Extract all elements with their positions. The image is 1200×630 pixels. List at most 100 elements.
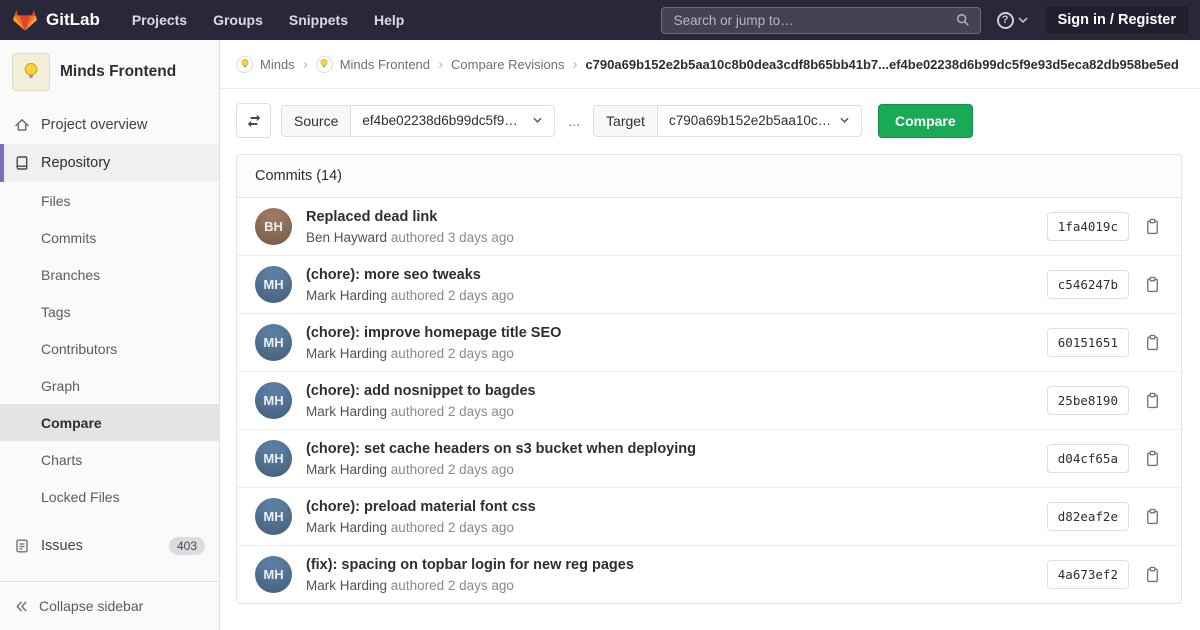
clipboard-icon bbox=[1144, 566, 1161, 583]
commit-authored-time: authored 2 days ago bbox=[391, 404, 514, 419]
commit-authored-time: authored 3 days ago bbox=[391, 230, 514, 245]
commit-author[interactable]: Mark Harding bbox=[306, 578, 387, 593]
commit-title[interactable]: (fix): spacing on topbar login for new r… bbox=[306, 557, 634, 573]
target-label: Target bbox=[593, 105, 657, 137]
issues-count-badge: 403 bbox=[169, 537, 205, 555]
commit-row: MH (chore): add nosnippet to bagdes Mark… bbox=[237, 371, 1181, 429]
clipboard-icon bbox=[1144, 218, 1161, 235]
search-input[interactable] bbox=[672, 12, 956, 29]
commit-author[interactable]: Mark Harding bbox=[306, 404, 387, 419]
sidebar-subitem-contributors[interactable]: Contributors bbox=[0, 330, 219, 367]
top-navbar: GitLab Projects Groups Snippets Help ? S… bbox=[0, 0, 1200, 40]
sidebar-subitem-locked-files[interactable]: Locked Files bbox=[0, 478, 219, 515]
commit-meta: Mark Harding authored 2 days ago bbox=[306, 404, 536, 419]
commit-title[interactable]: Replaced dead link bbox=[306, 209, 514, 225]
commit-sha[interactable]: 1fa4019c bbox=[1047, 212, 1129, 241]
commit-row: MH (chore): set cache headers on s3 buck… bbox=[237, 429, 1181, 487]
nav-item-projects[interactable]: Projects bbox=[132, 12, 187, 28]
sidebar-subitem-branches[interactable]: Branches bbox=[0, 256, 219, 293]
repo-subitems: Files Commits Branches Tags Contributors… bbox=[0, 182, 219, 515]
lightbulb-icon bbox=[239, 58, 251, 70]
search-box[interactable] bbox=[661, 7, 981, 34]
sign-in-register-button[interactable]: Sign in / Register bbox=[1044, 5, 1190, 35]
commit-author-avatar[interactable]: MH bbox=[255, 498, 292, 535]
commit-author[interactable]: Ben Hayward bbox=[306, 230, 387, 245]
revision-separator: ... bbox=[565, 113, 583, 129]
commit-authored-time: authored 2 days ago bbox=[391, 288, 514, 303]
project-header[interactable]: Minds Frontend bbox=[0, 40, 219, 106]
header-nav: Projects Groups Snippets Help bbox=[132, 12, 405, 28]
commit-sha[interactable]: 25be8190 bbox=[1047, 386, 1129, 415]
project-avatar bbox=[12, 53, 50, 91]
commit-right: 1fa4019c bbox=[1047, 212, 1163, 241]
sidebar-item-repository[interactable]: Repository bbox=[0, 144, 219, 182]
commit-author-avatar[interactable]: MH bbox=[255, 382, 292, 419]
commit-author-avatar[interactable]: MH bbox=[255, 324, 292, 361]
sidebar-item-label: Repository bbox=[41, 155, 110, 171]
commit-row: MH (chore): more seo tweaks Mark Harding… bbox=[237, 255, 1181, 313]
commit-author[interactable]: Mark Harding bbox=[306, 462, 387, 477]
sidebar-subitem-files[interactable]: Files bbox=[0, 182, 219, 219]
caret-down-icon bbox=[532, 115, 543, 126]
commit-title[interactable]: (chore): improve homepage title SEO bbox=[306, 325, 561, 341]
commit-author[interactable]: Mark Harding bbox=[306, 288, 387, 303]
nav-item-groups[interactable]: Groups bbox=[213, 12, 263, 28]
target-revision-value: c790a69b152e2b5aa10c… bbox=[669, 113, 831, 128]
commit-row: MH (fix): spacing on topbar login for ne… bbox=[237, 545, 1181, 603]
copy-sha-button[interactable] bbox=[1142, 390, 1163, 411]
swap-revisions-button[interactable] bbox=[236, 103, 271, 138]
commit-author-avatar[interactable]: MH bbox=[255, 556, 292, 593]
commit-title[interactable]: (chore): preload material font css bbox=[306, 499, 536, 515]
copy-sha-button[interactable] bbox=[1142, 274, 1163, 295]
sidebar-item-project-overview[interactable]: Project overview bbox=[0, 106, 219, 144]
double-chevron-left-icon bbox=[14, 599, 29, 614]
breadcrumb-minds[interactable]: Minds bbox=[260, 57, 295, 72]
issues-icon bbox=[14, 538, 30, 554]
commit-author[interactable]: Mark Harding bbox=[306, 346, 387, 361]
copy-sha-button[interactable] bbox=[1142, 216, 1163, 237]
search-icon bbox=[956, 13, 970, 27]
copy-sha-button[interactable] bbox=[1142, 506, 1163, 527]
caret-down-icon bbox=[839, 115, 850, 126]
copy-sha-button[interactable] bbox=[1142, 448, 1163, 469]
copy-sha-button[interactable] bbox=[1142, 564, 1163, 585]
source-revision-dropdown[interactable]: ef4be02238d6b99dc5f9… bbox=[350, 105, 555, 137]
chevron-right-icon: › bbox=[438, 56, 443, 73]
compare-button[interactable]: Compare bbox=[878, 104, 973, 138]
commit-title[interactable]: (chore): more seo tweaks bbox=[306, 267, 514, 283]
commit-sha[interactable]: 4a673ef2 bbox=[1047, 560, 1129, 589]
target-revision-dropdown[interactable]: c790a69b152e2b5aa10c… bbox=[657, 105, 862, 137]
sidebar-subitem-charts[interactable]: Charts bbox=[0, 441, 219, 478]
sidebar-subitem-commits[interactable]: Commits bbox=[0, 219, 219, 256]
breadcrumb-compare-revisions[interactable]: Compare Revisions bbox=[451, 57, 564, 72]
sidebar-subitem-graph[interactable]: Graph bbox=[0, 367, 219, 404]
sidebar-subitem-tags[interactable]: Tags bbox=[0, 293, 219, 330]
chevron-right-icon: › bbox=[572, 56, 577, 73]
copy-sha-button[interactable] bbox=[1142, 332, 1163, 353]
commit-author-avatar[interactable]: MH bbox=[255, 266, 292, 303]
source-revision-value: ef4be02238d6b99dc5f9… bbox=[362, 113, 517, 128]
breadcrumb-minds-frontend[interactable]: Minds Frontend bbox=[340, 57, 430, 72]
commit-sha[interactable]: d04cf65a bbox=[1047, 444, 1129, 473]
nav-item-help[interactable]: Help bbox=[374, 12, 404, 28]
nav-item-snippets[interactable]: Snippets bbox=[289, 12, 348, 28]
commit-author-avatar[interactable]: BH bbox=[255, 208, 292, 245]
minds-group-avatar bbox=[236, 56, 253, 73]
commit-sha[interactable]: d82eaf2e bbox=[1047, 502, 1129, 531]
commit-author-avatar[interactable]: MH bbox=[255, 440, 292, 477]
sidebar-item-issues[interactable]: Issues 403 bbox=[0, 527, 219, 565]
sidebar-item-label: Project overview bbox=[41, 117, 147, 133]
commit-sha[interactable]: 60151651 bbox=[1047, 328, 1129, 357]
collapse-sidebar-button[interactable]: Collapse sidebar bbox=[0, 581, 219, 630]
commit-meta: Mark Harding authored 2 days ago bbox=[306, 578, 634, 593]
commit-title[interactable]: (chore): add nosnippet to bagdes bbox=[306, 383, 536, 399]
commit-meta: Mark Harding authored 2 days ago bbox=[306, 520, 536, 535]
help-menu[interactable]: ? bbox=[997, 12, 1028, 29]
commit-sha[interactable]: c546247b bbox=[1047, 270, 1129, 299]
commit-title[interactable]: (chore): set cache headers on s3 bucket … bbox=[306, 441, 696, 457]
breadcrumb: Minds › Minds Frontend › Compare Revisio… bbox=[220, 40, 1200, 89]
sidebar-subitem-compare[interactable]: Compare bbox=[0, 404, 219, 441]
commit-author[interactable]: Mark Harding bbox=[306, 520, 387, 535]
gitlab-logo[interactable]: GitLab bbox=[12, 8, 100, 32]
project-name: Minds Frontend bbox=[60, 63, 176, 81]
